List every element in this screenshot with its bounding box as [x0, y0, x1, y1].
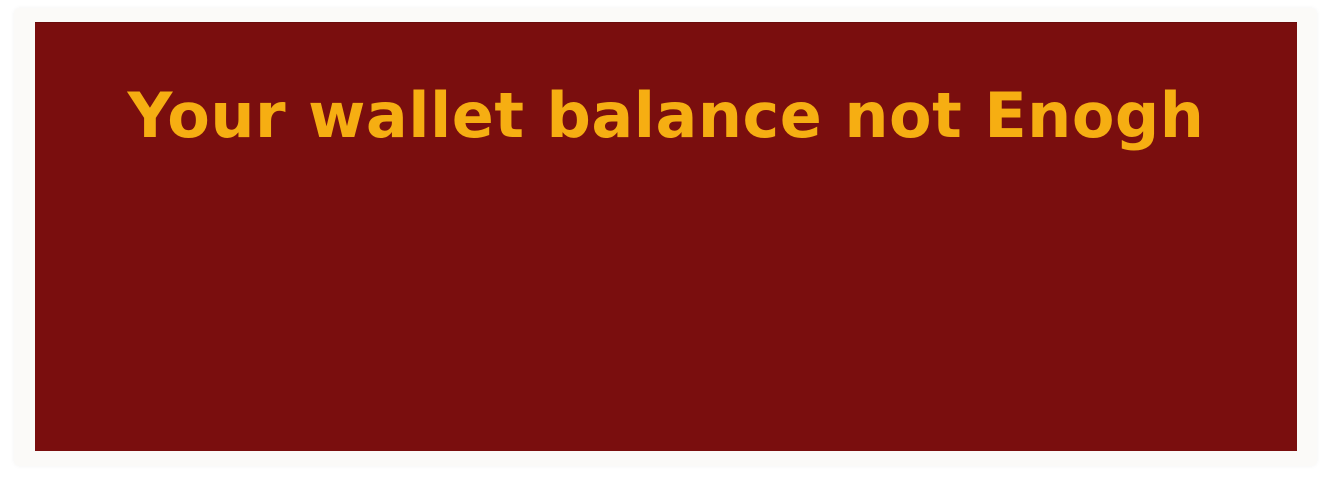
insufficient-balance-message: Your wallet balance not Enogh — [127, 79, 1205, 152]
alert-panel: Your wallet balance not Enogh — [35, 22, 1297, 451]
